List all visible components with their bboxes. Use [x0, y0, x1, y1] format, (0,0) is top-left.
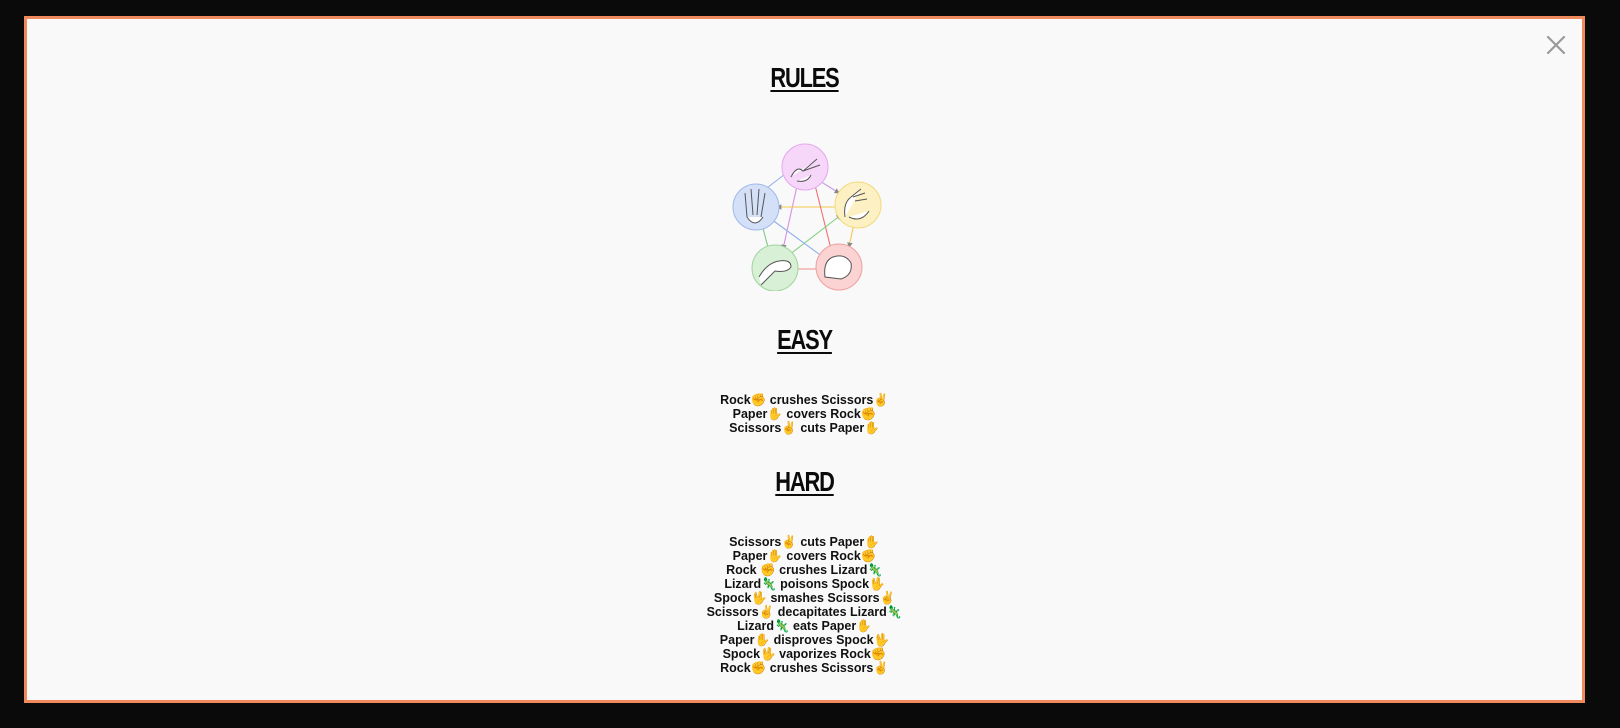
list-item: Paper✋ covers Rock✊	[732, 407, 877, 421]
close-button[interactable]	[1542, 31, 1570, 59]
easy-rules-list: Rock✊ crushes Scissors✌ Paper✋ covers Ro…	[27, 393, 1582, 435]
list-item: Paper✋ disproves Spock🖖	[719, 633, 890, 647]
list-item: Rock✊ crushes Scissors✌	[720, 393, 889, 407]
rules-modal: RULES EASY Rock✊ crushes Scissors✌ Paper…	[24, 16, 1585, 703]
easy-heading: EASY	[777, 324, 833, 355]
list-item: Scissors✌ cuts Paper✋	[729, 421, 880, 435]
spock-hand-icon	[732, 183, 780, 231]
close-icon	[1546, 35, 1566, 55]
scissors-hand-icon	[781, 143, 829, 191]
list-item: Rock✊ crushes Scissors✌	[720, 661, 889, 675]
paper-hand-icon	[834, 181, 882, 229]
hard-heading: HARD	[775, 466, 835, 497]
list-item: Spock🖖 smashes Scissors✌	[713, 591, 896, 605]
list-item: Scissors✌ cuts Paper✋	[729, 535, 880, 549]
hard-rules-list: Scissors✌ cuts Paper✋ Paper✋ covers Rock…	[27, 535, 1582, 675]
rock-hand-icon	[815, 243, 863, 291]
list-item: Rock ✊ crushes Lizard🦎	[726, 563, 883, 577]
list-item: Spock🖖 vaporizes Rock✊	[722, 647, 887, 661]
rules-heading: RULES	[770, 62, 839, 93]
rules-diagram	[732, 143, 882, 291]
list-item: Lizard🦎 poisons Spock🖖	[724, 577, 885, 591]
lizard-hand-icon	[751, 244, 799, 291]
list-item: Lizard🦎 eats Paper✋	[737, 619, 872, 633]
list-item: Scissors✌ decapitates Lizard🦎	[706, 605, 903, 619]
list-item: Paper✋ covers Rock✊	[732, 549, 877, 563]
